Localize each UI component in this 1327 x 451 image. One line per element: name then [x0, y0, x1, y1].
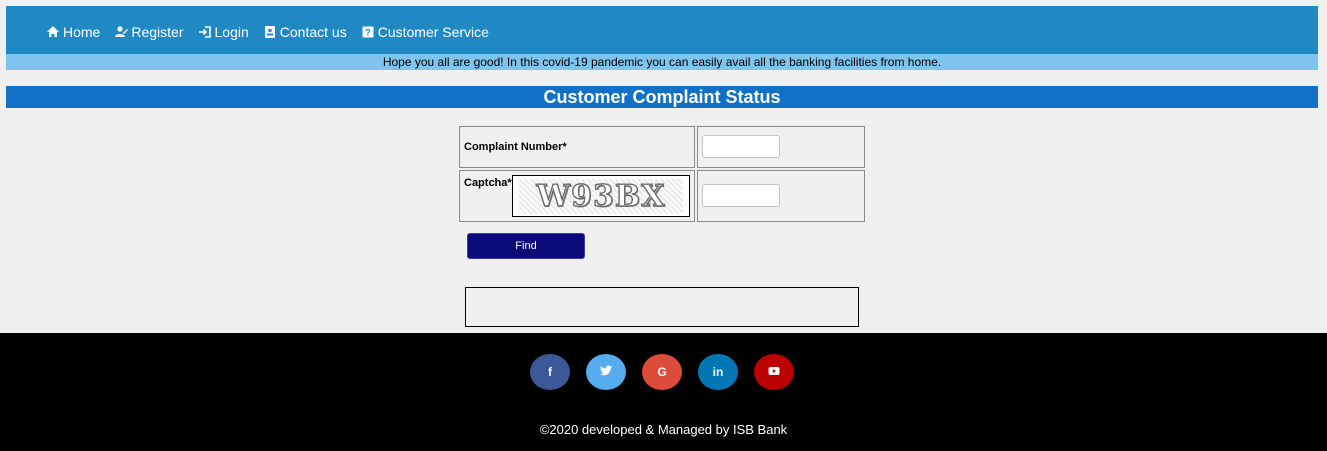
- footer: f G in ©2020 developed & Managed by ISB …: [0, 333, 1327, 451]
- captcha-input[interactable]: [702, 184, 780, 207]
- captcha-input-cell: [697, 170, 865, 222]
- help-icon: ?: [361, 25, 375, 39]
- nav-register-label: Register: [131, 24, 184, 40]
- captcha-text: W93BX: [519, 178, 683, 214]
- status-result-box: [465, 287, 859, 327]
- facebook-button[interactable]: f: [530, 354, 570, 390]
- google-icon: G: [657, 365, 667, 379]
- nav-home-label: Home: [63, 24, 101, 40]
- nav-contact-us[interactable]: Contact us: [263, 24, 347, 40]
- google-button[interactable]: G: [642, 354, 682, 390]
- captcha-image: W93BX: [512, 175, 690, 217]
- linkedin-button[interactable]: in: [698, 354, 738, 390]
- svg-text:?: ?: [365, 28, 371, 38]
- find-button[interactable]: Find: [467, 233, 585, 259]
- twitter-icon: [600, 365, 612, 379]
- home-icon: [46, 25, 60, 39]
- nav-customer-service[interactable]: ? Customer Service: [361, 24, 489, 40]
- nav-customer-service-label: Customer Service: [377, 24, 489, 40]
- nav-home[interactable]: Home: [46, 24, 100, 40]
- linkedin-icon: in: [712, 365, 724, 379]
- youtube-icon: [768, 365, 780, 380]
- complaint-input-cell: [697, 126, 865, 168]
- captcha-label: Captcha*: [464, 177, 512, 189]
- register-user-icon: [114, 25, 129, 39]
- nav-login-label: Login: [214, 24, 249, 40]
- youtube-button[interactable]: [754, 354, 794, 390]
- complaint-number-input[interactable]: [702, 135, 780, 158]
- top-navigation-bar: Home Register Login Contact us ? Custome…: [6, 6, 1318, 54]
- nav-login[interactable]: Login: [198, 24, 249, 40]
- nav-register[interactable]: Register: [114, 24, 184, 40]
- complaint-number-label: Complaint Number*: [464, 141, 567, 153]
- notice-banner: Hope you all are good! In this covid-19 …: [6, 54, 1318, 70]
- facebook-icon: f: [548, 365, 552, 379]
- complaint-label-cell: Complaint Number*: [459, 126, 695, 168]
- twitter-button[interactable]: [586, 354, 626, 390]
- contact-card-icon: [263, 25, 277, 39]
- nav-contact-us-label: Contact us: [279, 24, 347, 40]
- page-title: Customer Complaint Status: [6, 86, 1318, 108]
- captcha-label-cell: Captcha* W93BX: [459, 170, 695, 222]
- login-icon: [198, 25, 212, 39]
- copyright-text: ©2020 developed & Managed by ISB Bank: [539, 422, 788, 437]
